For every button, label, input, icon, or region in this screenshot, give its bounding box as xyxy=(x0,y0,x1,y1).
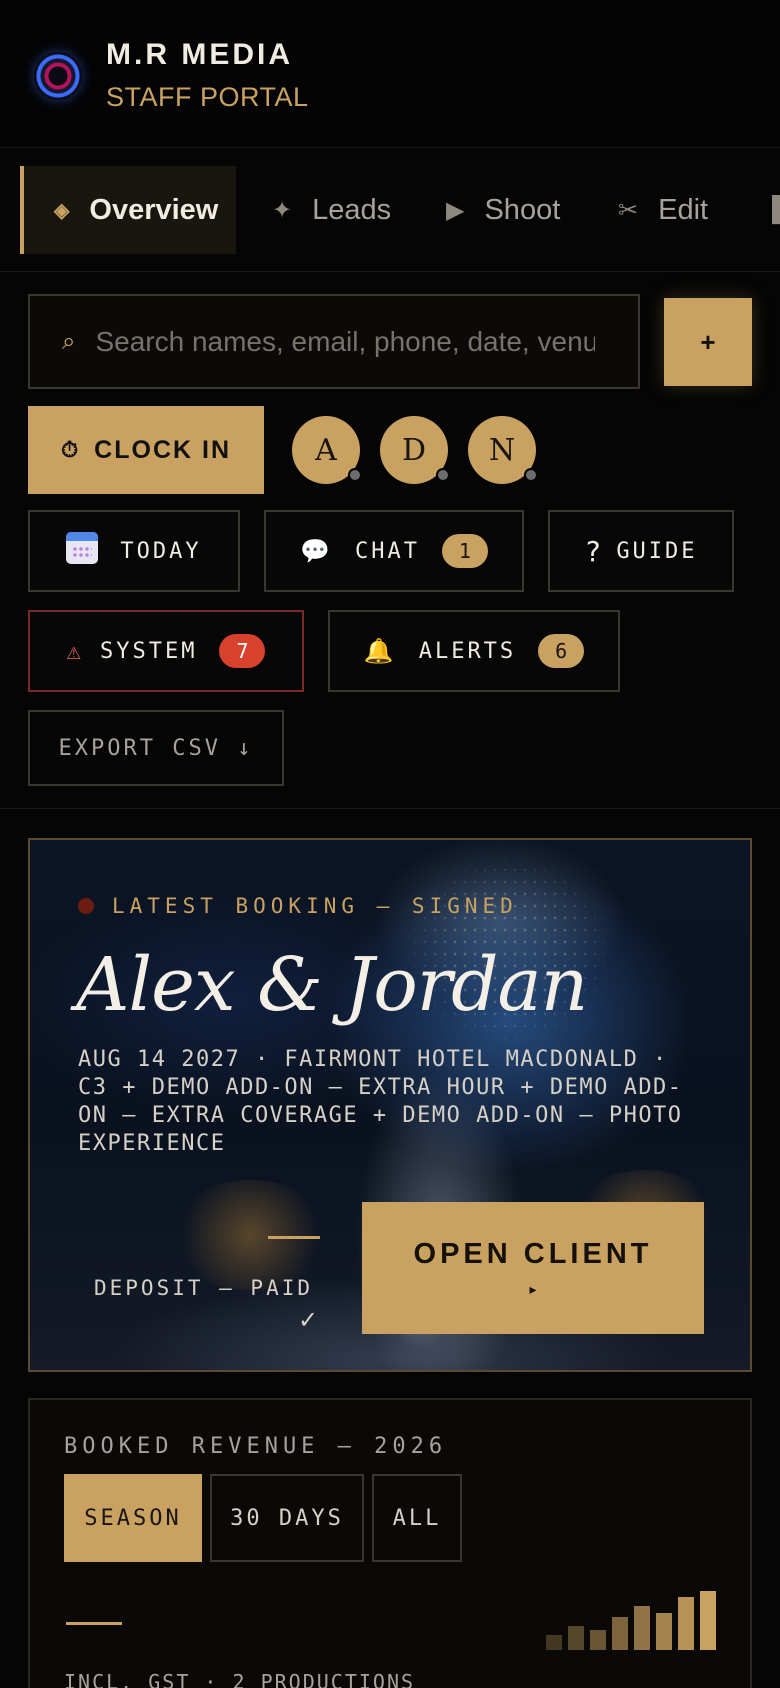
guide-button[interactable]: ? GUIDE xyxy=(548,510,734,592)
booking-eyebrow-label: LATEST BOOKING — SIGNED xyxy=(112,894,518,918)
staff-avatar-a[interactable]: A xyxy=(292,416,362,484)
arrow-right-icon: ▸ xyxy=(529,1281,537,1297)
bell-icon: 🔔 xyxy=(363,637,397,665)
chat-count-badge: 1 xyxy=(441,534,488,568)
tab-label: Overview xyxy=(89,193,219,226)
avatar-initial: D xyxy=(401,432,427,468)
deposit-status: DEPOSIT — PAID xyxy=(94,1276,314,1300)
revenue-trend-chart xyxy=(546,1584,716,1650)
stopwatch-icon: ⏱ xyxy=(61,437,81,462)
chat-label: CHAT xyxy=(354,538,420,564)
tab-label: Leads xyxy=(312,193,392,226)
range-season[interactable]: SEASON xyxy=(64,1474,202,1562)
main-tabs: ◈ Overview ✦ Leads ▶ Shoot ✂ Edit ▌ xyxy=(0,148,780,272)
today-label: TODAY xyxy=(120,538,202,564)
staff-avatar-d[interactable]: D xyxy=(380,416,450,484)
search-icon: ⌕ xyxy=(62,327,76,355)
sparkle-icon: ✦ xyxy=(272,196,293,224)
warning-icon: ⚠ xyxy=(66,637,84,665)
play-icon: ▶ xyxy=(446,196,465,224)
tab-edit[interactable]: ✂ Edit xyxy=(618,166,708,254)
calendar-icon xyxy=(66,532,99,570)
brand-name: M.R MEDIA xyxy=(106,38,293,71)
alerts-count-badge: 6 xyxy=(538,634,585,668)
tab-overflow[interactable]: ▌ xyxy=(772,166,780,254)
status-dot xyxy=(78,898,94,914)
chat-button[interactable]: 💬 CHAT 1 xyxy=(264,510,524,592)
scissors-icon: ✂ xyxy=(618,196,639,224)
diamond-icon: ◈ xyxy=(54,199,70,222)
open-client-button[interactable]: OPEN CLIENT ▸ xyxy=(362,1202,704,1334)
tab-shoot[interactable]: ▶ Shoot xyxy=(446,166,560,254)
export-csv-button[interactable]: EXPORT CSV ↓ xyxy=(28,710,284,786)
booking-eyebrow: LATEST BOOKING — SIGNED xyxy=(78,894,518,918)
client-name: Alex & Jordan xyxy=(76,942,588,1028)
open-client-label: OPEN CLIENT xyxy=(413,1238,653,1270)
tab-leads[interactable]: ✦ Leads xyxy=(272,166,391,254)
clock-in-button[interactable]: ⏱ CLOCK IN xyxy=(28,406,264,494)
portal-subtitle: STAFF PORTAL xyxy=(106,82,309,112)
trend-bar xyxy=(546,1635,562,1650)
tab-overflow-icon: ▌ xyxy=(772,196,780,224)
booking-details: AUG 14 2027 · FAIRMONT HOTEL MACDONALD ·… xyxy=(78,1047,683,1156)
search-input[interactable] xyxy=(95,325,596,358)
revenue-card: BOOKED REVENUE — 2026 SEASON 30 DAYS ALL… xyxy=(28,1398,752,1688)
alerts-button[interactable]: 🔔 ALERTS 6 xyxy=(328,610,620,692)
today-button[interactable]: TODAY xyxy=(28,510,240,592)
brand-logo-icon xyxy=(34,52,82,100)
system-count-badge: 7 xyxy=(219,634,266,668)
range-all[interactable]: ALL xyxy=(372,1474,462,1562)
latest-booking-card: LATEST BOOKING — SIGNED Alex & Jordan AU… xyxy=(28,838,752,1372)
trend-bar xyxy=(612,1617,628,1650)
background-image xyxy=(170,1180,330,1290)
tab-overview[interactable]: ◈ Overview xyxy=(20,166,236,254)
range-30-days[interactable]: 30 DAYS xyxy=(210,1474,364,1562)
revenue-meta: INCL. GST · 2 PRODUCTIONS xyxy=(64,1670,416,1688)
tab-label: Edit xyxy=(658,193,709,226)
trend-bar xyxy=(656,1613,672,1650)
presence-dot xyxy=(348,468,362,482)
clock-in-label: CLOCK IN xyxy=(94,435,231,464)
avatar-initial: A xyxy=(315,432,337,468)
alerts-label: ALERTS xyxy=(418,638,517,664)
trend-bar xyxy=(700,1591,716,1650)
guide-label: GUIDE xyxy=(616,538,698,564)
check-icon: ✓ xyxy=(298,1307,319,1334)
question-icon: ? xyxy=(584,534,605,568)
app-header: M.R MEDIA STAFF PORTAL xyxy=(0,0,780,148)
add-button[interactable]: + xyxy=(664,298,752,386)
tab-label: Shoot xyxy=(484,193,561,226)
trend-bar xyxy=(678,1597,694,1650)
revenue-divider xyxy=(66,1622,122,1625)
trend-bar xyxy=(590,1630,606,1650)
avatar-initial: N xyxy=(488,432,516,468)
trend-bar xyxy=(634,1606,650,1650)
speech-bubble-icon: 💬 xyxy=(300,537,333,565)
section-divider xyxy=(0,808,780,809)
system-button[interactable]: ⚠ SYSTEM 7 xyxy=(28,610,304,692)
staff-avatar-n[interactable]: N xyxy=(468,416,538,484)
system-label: SYSTEM xyxy=(99,638,198,664)
trend-bar xyxy=(568,1626,584,1650)
presence-dot xyxy=(524,468,538,482)
revenue-title: BOOKED REVENUE — 2026 xyxy=(64,1434,448,1459)
deposit-divider xyxy=(268,1236,320,1239)
presence-dot xyxy=(436,468,450,482)
search-bar: ⌕ xyxy=(28,294,640,389)
